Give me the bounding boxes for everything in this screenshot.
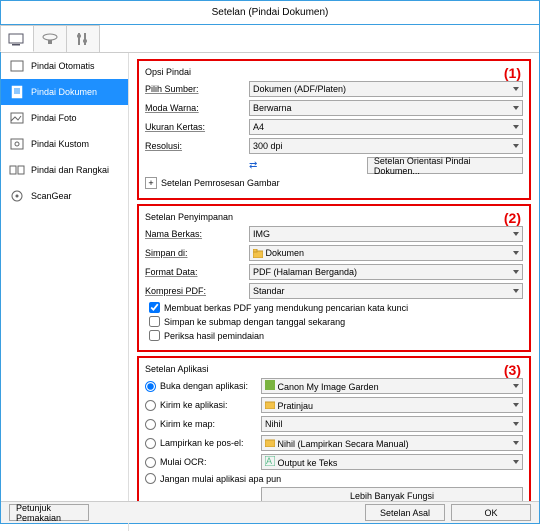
chevron-down-icon xyxy=(513,289,519,293)
chevron-down-icon xyxy=(513,106,519,110)
radio-label: Kirim ke aplikasi: xyxy=(160,400,228,410)
chevron-down-icon xyxy=(513,144,519,148)
dialog-footer: Petunjuk Pemakaian Setelan Asal OK xyxy=(1,501,539,523)
save-settings-section: (2) Setelan Penyimpanan Nama Berkas: IMG… xyxy=(137,204,531,352)
nav-label: Pindai Kustom xyxy=(31,139,89,149)
send-to-app-radio[interactable] xyxy=(145,400,156,411)
keyword-pdf-checkbox[interactable] xyxy=(149,302,160,313)
paper-size-label: Ukuran Kertas: xyxy=(145,122,245,132)
chevron-down-icon xyxy=(513,232,519,236)
no-app-radio[interactable] xyxy=(145,473,156,484)
swap-icon[interactable]: ⇄ xyxy=(249,160,257,171)
color-mode-select[interactable]: Berwarna xyxy=(249,100,523,116)
tab-scan-from-computer[interactable] xyxy=(0,25,34,52)
start-ocr-radio[interactable] xyxy=(145,457,156,468)
filename-label: Nama Berkas: xyxy=(145,229,245,239)
resolution-select[interactable]: 300 dpi xyxy=(249,138,523,154)
chevron-down-icon xyxy=(513,384,519,388)
orientation-settings-button[interactable]: Setelan Orientasi Pindai Dokumen... xyxy=(367,157,523,174)
tab-scan-from-panel[interactable] xyxy=(33,25,67,52)
filename-combo[interactable]: IMG xyxy=(249,226,523,242)
check-results-checkbox[interactable] xyxy=(149,330,160,341)
nav-custom-scan[interactable]: Pindai Kustom xyxy=(1,131,128,157)
compression-select[interactable]: Standar xyxy=(249,283,523,299)
defaults-button[interactable]: Setelan Asal xyxy=(365,504,445,521)
nav-label: Pindai Foto xyxy=(31,113,77,123)
plus-icon[interactable]: + xyxy=(145,177,157,189)
color-mode-label: Moda Warna: xyxy=(145,103,245,113)
chevron-down-icon xyxy=(513,251,519,255)
chevron-down-icon xyxy=(513,270,519,274)
nav-label: Pindai Dokumen xyxy=(31,87,97,97)
section-title: Setelan Aplikasi xyxy=(145,364,523,374)
checkbox-label: Simpan ke submap dengan tanggal sekarang xyxy=(164,317,345,327)
radio-label: Mulai OCR: xyxy=(160,457,207,467)
nav-label: Pindai dan Rangkai xyxy=(31,165,109,175)
checkbox-label: Membuat berkas PDF yang mendukung pencar… xyxy=(164,303,408,313)
attach-email-select[interactable]: Nihil (Lampirkan Secara Manual) xyxy=(261,435,523,451)
mode-toolbar xyxy=(1,25,539,53)
window-title: Setelan (Pindai Dokumen) xyxy=(1,1,539,25)
radio-label: Buka dengan aplikasi: xyxy=(160,381,248,391)
savein-select[interactable]: Dokumen xyxy=(249,245,523,261)
resolution-label: Resolusi: xyxy=(145,141,245,151)
nav-photo-scan[interactable]: Pindai Foto xyxy=(1,105,128,131)
subfolder-date-checkbox[interactable] xyxy=(149,316,160,327)
send-to-folder-radio[interactable] xyxy=(145,419,156,430)
checkbox-label: Periksa hasil pemindaian xyxy=(164,331,264,341)
section-title: Opsi Pindai xyxy=(145,67,523,77)
nav-document-scan[interactable]: Pindai Dokumen xyxy=(1,79,128,105)
attach-email-radio[interactable] xyxy=(145,438,156,449)
nav-stitch-scan[interactable]: Pindai dan Rangkai xyxy=(1,157,128,183)
nav-label: ScanGear xyxy=(31,191,72,201)
chevron-down-icon xyxy=(513,441,519,445)
section-number-1: (1) xyxy=(504,65,521,81)
image-processing-button[interactable]: Setelan Pemrosesan Gambar xyxy=(161,178,280,188)
format-label: Format Data: xyxy=(145,267,245,277)
chevron-down-icon xyxy=(513,125,519,129)
section-number-2: (2) xyxy=(504,210,521,226)
nav-scangear[interactable]: ScanGear xyxy=(1,183,128,209)
start-ocr-select[interactable]: A Output ke Teks xyxy=(261,454,523,470)
scan-options-section: (1) Opsi Pindai Pilih Sumber: Dokumen (A… xyxy=(137,59,531,200)
compression-label: Kompresi PDF: xyxy=(145,286,245,296)
send-to-folder-select[interactable]: Nihil xyxy=(261,416,523,432)
send-to-app-select[interactable]: Pratinjau xyxy=(261,397,523,413)
chevron-down-icon xyxy=(513,87,519,91)
chevron-down-icon xyxy=(513,422,519,426)
app-settings-section: (3) Setelan Aplikasi Buka dengan aplikas… xyxy=(137,356,531,515)
source-label: Pilih Sumber: xyxy=(145,84,245,94)
section-title: Setelan Penyimpanan xyxy=(145,212,523,222)
svg-text:A: A xyxy=(266,456,272,466)
open-with-radio[interactable] xyxy=(145,381,156,392)
chevron-down-icon xyxy=(513,460,519,464)
section-number-3: (3) xyxy=(504,362,521,378)
nav-auto-scan[interactable]: Pindai Otomatis xyxy=(1,53,128,79)
chevron-down-icon xyxy=(513,403,519,407)
savein-label: Simpan di: xyxy=(145,248,245,258)
instructions-button[interactable]: Petunjuk Pemakaian xyxy=(9,504,89,521)
radio-label: Jangan mulai aplikasi apa pun xyxy=(160,474,281,484)
radio-label: Kirim ke map: xyxy=(160,419,215,429)
nav-label: Pindai Otomatis xyxy=(31,61,95,71)
tab-general-settings[interactable] xyxy=(66,25,100,52)
paper-size-select[interactable]: A4 xyxy=(249,119,523,135)
source-select[interactable]: Dokumen (ADF/Platen) xyxy=(249,81,523,97)
ok-button[interactable]: OK xyxy=(451,504,531,521)
open-with-select[interactable]: Canon My Image Garden xyxy=(261,378,523,394)
format-select[interactable]: PDF (Halaman Berganda) xyxy=(249,264,523,280)
radio-label: Lampirkan ke pos-el: xyxy=(160,438,244,448)
